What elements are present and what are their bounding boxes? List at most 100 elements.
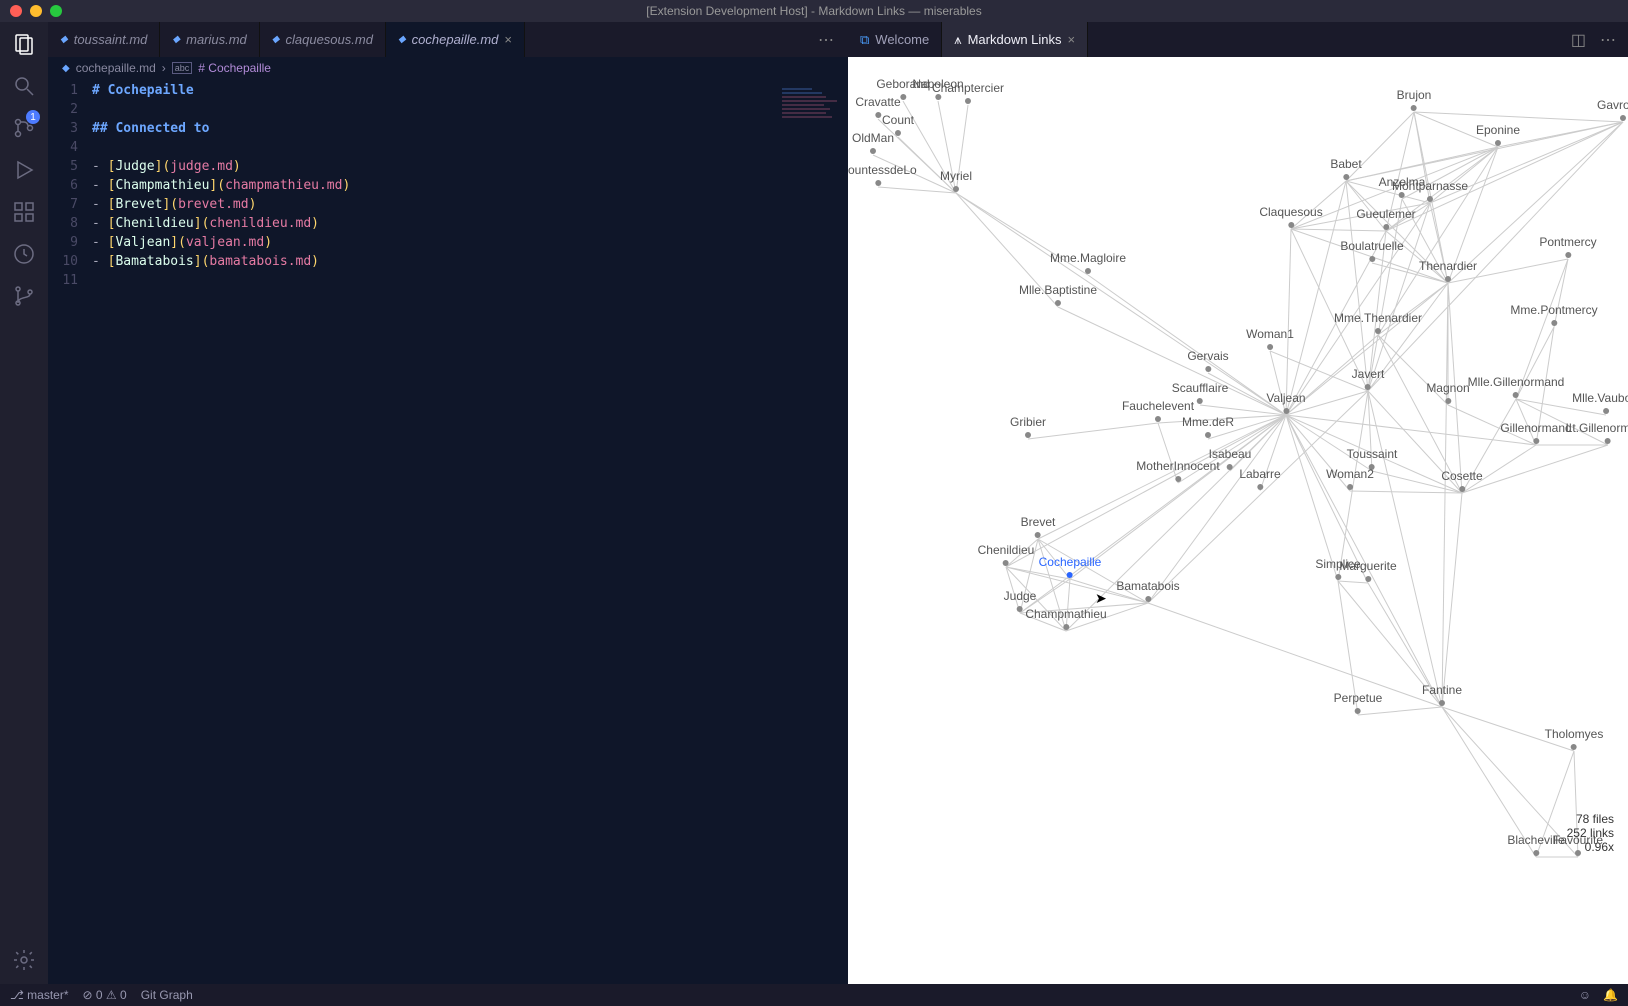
stat-files: 78 files (1567, 812, 1614, 826)
graph-node[interactable]: Gribier (1010, 415, 1046, 429)
markdown-file-icon: ◆ (62, 63, 70, 74)
close-tab-icon[interactable]: × (1068, 32, 1076, 47)
graph-node[interactable]: Judge (1004, 589, 1037, 603)
status-bar: ⎇ master* ⊘ 0 ⚠ 0 Git Graph ☺ 🔔 (0, 984, 1628, 1006)
graph-node[interactable]: Valjean (1266, 391, 1305, 405)
graph-node[interactable]: Favourite (1553, 833, 1603, 847)
graph-node[interactable]: Woman2 (1326, 467, 1374, 481)
graph-node[interactable]: Brujon (1397, 88, 1432, 102)
git-graph-button[interactable]: Git Graph (141, 988, 193, 1002)
tab-toussaint[interactable]: ◆toussaint.md (48, 22, 160, 57)
markdown-file-icon: ◆ (398, 34, 406, 45)
run-debug-icon[interactable] (12, 158, 36, 182)
tab-label: marius.md (186, 32, 247, 47)
close-tab-icon[interactable]: × (504, 32, 512, 47)
tab-label: claquesous.md (286, 32, 373, 47)
graph-node[interactable]: Champtercier (932, 81, 1004, 95)
vscode-icon: ⧉ (860, 32, 869, 48)
graph-node[interactable]: Boulatruelle (1340, 239, 1403, 253)
graph-node[interactable]: Mme.Pontmercy (1510, 303, 1597, 317)
symbol-icon: abc (172, 62, 193, 74)
graph-node[interactable]: MotherInnocent (1136, 459, 1219, 473)
graph-node[interactable]: Tholomyes (1545, 727, 1604, 741)
graph-node[interactable]: Toussaint (1347, 447, 1398, 461)
editor-more-button[interactable]: ⋯ (804, 22, 848, 57)
maximize-window-button[interactable] (50, 5, 62, 17)
graph-node[interactable]: Woman1 (1246, 327, 1294, 341)
tab-markdown-links[interactable]: ⩚ Markdown Links × (942, 22, 1088, 57)
split-editor-icon[interactable]: ◫ (1571, 30, 1586, 50)
graph-node[interactable]: Cosette (1441, 469, 1482, 483)
graph-node[interactable]: Brevet (1021, 515, 1056, 529)
graph-node[interactable]: OldMan (852, 131, 894, 145)
graph-node[interactable]: Myriel (940, 169, 972, 183)
graph-node[interactable]: Perpetue (1334, 691, 1383, 705)
window-controls (0, 5, 62, 17)
graph-node[interactable]: Gueulemer (1356, 207, 1415, 221)
graph-node[interactable]: Mlle.Gillenormand (1468, 375, 1565, 389)
explorer-icon[interactable] (12, 32, 36, 56)
feedback-icon[interactable]: ☺ (1579, 988, 1591, 1002)
graph-node[interactable]: CountessdeLo (848, 163, 917, 177)
tab-claquesous[interactable]: ◆ claquesous.md (260, 22, 386, 57)
panel-actions: ◫ ⋯ (1559, 22, 1628, 57)
graph-node[interactable]: Babet (1330, 157, 1361, 171)
graph-node[interactable]: Fauchelevent (1122, 399, 1194, 413)
titlebar: [Extension Development Host] - Markdown … (0, 0, 1628, 22)
graph-node[interactable]: Gervais (1187, 349, 1228, 363)
graph-node[interactable]: Count (882, 113, 914, 127)
notifications-icon[interactable]: 🔔 (1603, 988, 1618, 1002)
graph-icon: ⩚ (954, 32, 961, 48)
graph-node[interactable]: Gavroche (1597, 98, 1628, 112)
graph-node[interactable]: Cochepaille (1039, 555, 1102, 569)
graph-canvas[interactable]: 78 files 252 links 0.96x GeborandNapoleo… (848, 57, 1628, 984)
graph-node[interactable]: Chenildieu (978, 543, 1035, 557)
editor-tabs: ◆toussaint.md ◆marius.md ◆claquesous.md … (48, 22, 848, 57)
more-actions-icon[interactable]: ⋯ (1600, 30, 1616, 50)
graph-node[interactable]: Bamatabois (1116, 579, 1179, 593)
code-editor[interactable]: 1234567891011 # Cochepaille ## Connected… (48, 79, 848, 984)
minimap[interactable] (782, 88, 842, 128)
branch-indicator[interactable]: ⎇ master* (10, 988, 69, 1002)
extensions-icon[interactable] (12, 200, 36, 224)
timeline-icon[interactable] (12, 242, 36, 266)
graph-node[interactable]: Montparnasse (1392, 179, 1468, 193)
graph-node[interactable]: Lt.Gillenormand (1566, 421, 1628, 435)
activity-bar: 1 (0, 22, 48, 984)
panel-tabs: ⧉ Welcome ⩚ Markdown Links × ◫ ⋯ (848, 22, 1628, 57)
graph-node[interactable]: Mme.Thenardier (1334, 311, 1422, 325)
graph-node[interactable]: Thenardier (1419, 259, 1477, 273)
graph-node[interactable]: Mme.deR (1182, 415, 1234, 429)
graph-node[interactable]: Magnon (1426, 381, 1469, 395)
tab-cochepaille[interactable]: ◆ cochepaille.md × (386, 22, 525, 57)
graph-node[interactable]: Mlle.Baptistine (1019, 283, 1097, 297)
graph-node[interactable]: Fantine (1422, 683, 1462, 697)
graph-node[interactable]: Mlle.Vaubois (1572, 391, 1628, 405)
close-window-button[interactable] (10, 5, 22, 17)
graph-node[interactable]: Cravatte (855, 95, 900, 109)
graph-node[interactable]: Pontmercy (1539, 235, 1596, 249)
markdown-file-icon: ◆ (272, 34, 280, 45)
git-branch-icon[interactable] (12, 284, 36, 308)
code-content[interactable]: # Cochepaille ## Connected to - [Judge](… (92, 79, 848, 984)
markdown-file-icon: ◆ (172, 34, 180, 45)
tab-label: cochepaille.md (412, 32, 499, 47)
graph-node[interactable]: Claquesous (1259, 205, 1322, 219)
graph-node[interactable]: Javert (1352, 367, 1385, 381)
tab-welcome[interactable]: ⧉ Welcome (848, 22, 942, 57)
graph-node[interactable]: Gillenormand (1500, 421, 1571, 435)
graph-node[interactable]: Marguerite (1339, 559, 1396, 573)
search-icon[interactable] (12, 74, 36, 98)
graph-node[interactable]: Scaufflaire (1172, 381, 1228, 395)
graph-node[interactable]: Mme.Magloire (1050, 251, 1126, 265)
minimize-window-button[interactable] (30, 5, 42, 17)
graph-node[interactable]: Eponine (1476, 123, 1520, 137)
problems-indicator[interactable]: ⊘ 0 ⚠ 0 (83, 988, 127, 1002)
breadcrumb-symbol: # Cochepaille (198, 61, 271, 75)
graph-node[interactable]: Labarre (1239, 467, 1280, 481)
graph-node[interactable]: Champmathieu (1025, 607, 1106, 621)
gear-icon[interactable] (12, 948, 36, 972)
tab-marius[interactable]: ◆ marius.md (160, 22, 259, 57)
breadcrumb[interactable]: ◆ cochepaille.md › abc # Cochepaille (48, 57, 848, 79)
tab-label: Welcome (875, 32, 929, 47)
